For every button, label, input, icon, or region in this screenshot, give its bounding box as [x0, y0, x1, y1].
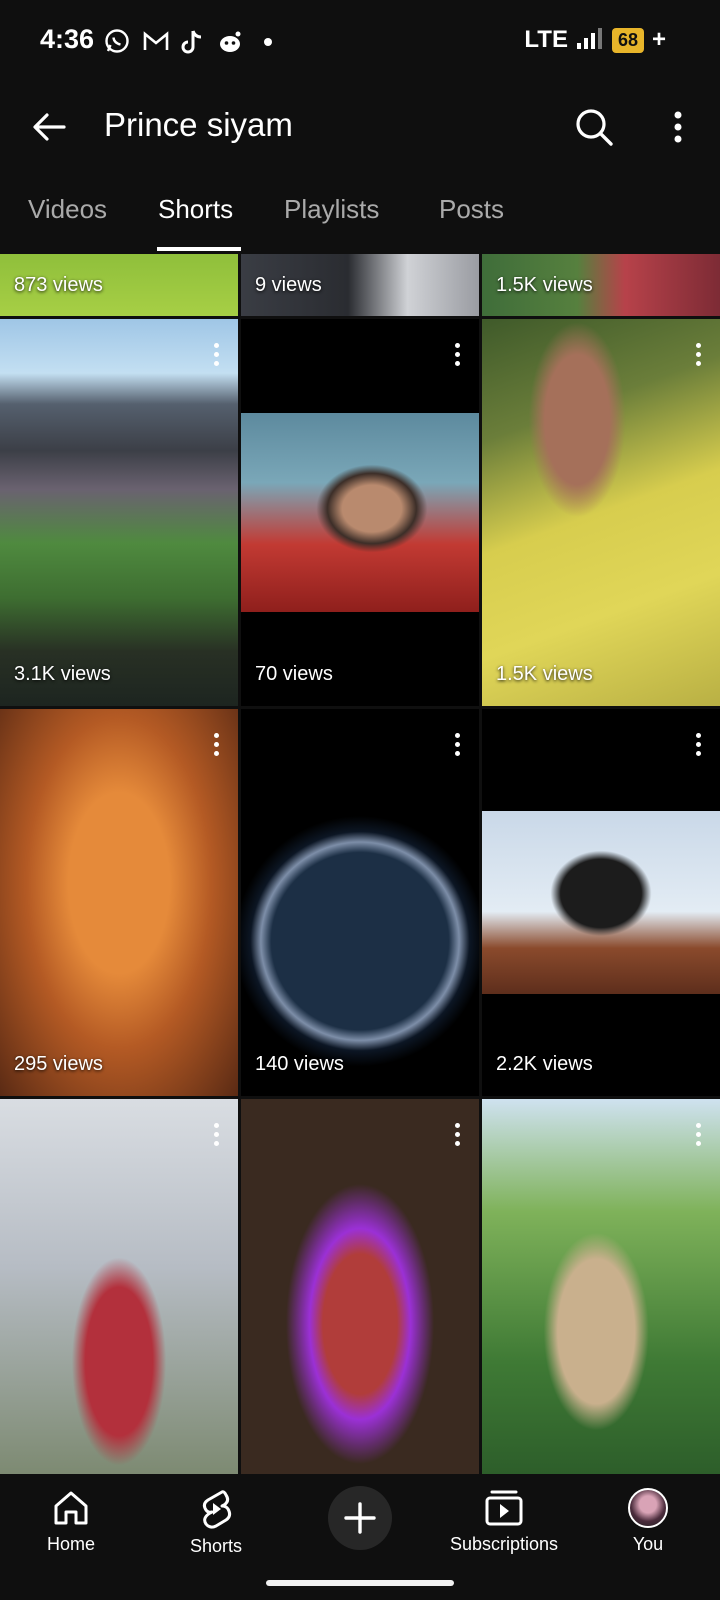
short-views: 873 views [14, 274, 103, 296]
short-item[interactable] [0, 1099, 238, 1474]
home-indicator[interactable] [266, 1580, 454, 1586]
short-more-button[interactable] [206, 339, 226, 373]
dot-icon [264, 38, 272, 46]
tab-videos[interactable]: Videos [28, 194, 107, 225]
shorts-grid: 873 views 9 views 1.5K views 3.1K views … [0, 254, 720, 1474]
create-button[interactable] [328, 1486, 392, 1550]
short-more-button[interactable] [688, 1119, 708, 1153]
nav-subscriptions-label: Subscriptions [449, 1534, 559, 1554]
short-item[interactable]: 3.1K views [0, 319, 238, 706]
charging-indicator: + [651, 26, 666, 53]
short-item[interactable]: 70 views [241, 319, 479, 706]
short-more-button[interactable] [447, 1119, 467, 1153]
app-header: Prince siyam [0, 86, 720, 170]
shorts-icon [202, 1490, 232, 1529]
short-item[interactable]: 1.5K views [482, 254, 720, 316]
plus-icon [344, 1502, 376, 1534]
tab-shorts[interactable]: Shorts [158, 194, 233, 225]
nav-home-label: Home [46, 1534, 95, 1554]
tab-posts[interactable]: Posts [439, 194, 504, 225]
short-item[interactable]: 873 views [0, 254, 238, 316]
short-views: 3.1K views [14, 663, 111, 685]
short-more-button[interactable] [206, 1119, 226, 1153]
home-icon [54, 1491, 88, 1525]
search-icon [576, 109, 613, 146]
short-thumbnail [0, 319, 238, 706]
network-type: LTE [524, 26, 568, 53]
short-views: 70 views [255, 663, 333, 685]
nav-shorts[interactable]: Shorts [151, 1488, 281, 1557]
reddit-icon [216, 28, 244, 56]
channel-tabs: Videos Shorts Playlists Posts [0, 170, 720, 252]
status-right: LTE 68 + [524, 26, 666, 54]
whatsapp-icon [104, 28, 132, 56]
avatar [628, 1488, 668, 1528]
short-views: 2.2K views [496, 1053, 593, 1075]
short-thumbnail [241, 413, 479, 612]
short-item[interactable]: 140 views [241, 709, 479, 1096]
more-options-button[interactable] [660, 103, 696, 151]
short-thumbnail [0, 1099, 238, 1474]
nav-home[interactable]: Home [6, 1488, 136, 1555]
nav-subscriptions[interactable]: Subscriptions [439, 1488, 569, 1555]
tab-playlists[interactable]: Playlists [284, 194, 379, 225]
signal-icon [576, 27, 604, 54]
short-more-button[interactable] [206, 729, 226, 763]
short-item[interactable] [482, 1099, 720, 1474]
short-views: 140 views [255, 1053, 344, 1075]
nav-you-label: You [632, 1534, 664, 1554]
short-more-button[interactable] [447, 339, 467, 373]
arrow-back-icon [33, 113, 66, 141]
short-thumbnail [482, 319, 720, 706]
short-thumbnail [241, 1099, 479, 1474]
short-item[interactable]: 2.2K views [482, 709, 720, 1096]
back-button[interactable] [26, 104, 72, 150]
short-more-button[interactable] [447, 729, 467, 763]
short-views: 9 views [255, 274, 322, 296]
status-bar: 4:36 LTE 68 + [0, 0, 720, 86]
short-thumbnail [482, 1099, 720, 1474]
short-item[interactable]: 295 views [0, 709, 238, 1096]
nav-shorts-label: Shorts [189, 1536, 243, 1556]
short-more-button[interactable] [688, 729, 708, 763]
active-tab-indicator [157, 247, 241, 251]
battery-level: 68 [611, 27, 644, 53]
tiktok-icon [180, 28, 208, 56]
short-item[interactable]: 9 views [241, 254, 479, 316]
short-views: 1.5K views [496, 663, 593, 685]
page-title: Prince siyam [104, 106, 293, 143]
short-item[interactable]: 1.5K views [482, 319, 720, 706]
short-views: 295 views [14, 1053, 103, 1075]
short-thumbnail [0, 709, 238, 1096]
short-more-button[interactable] [688, 339, 708, 373]
search-button[interactable] [570, 103, 618, 151]
short-thumbnail [241, 709, 479, 1096]
nav-you[interactable]: You [583, 1488, 713, 1555]
gmail-icon [142, 28, 170, 56]
status-time: 4:36 [40, 24, 95, 54]
short-item[interactable] [241, 1099, 479, 1474]
short-thumbnail [482, 811, 720, 994]
more-vert-icon [674, 111, 682, 143]
subscriptions-icon [485, 1490, 523, 1526]
short-views: 1.5K views [496, 274, 593, 296]
